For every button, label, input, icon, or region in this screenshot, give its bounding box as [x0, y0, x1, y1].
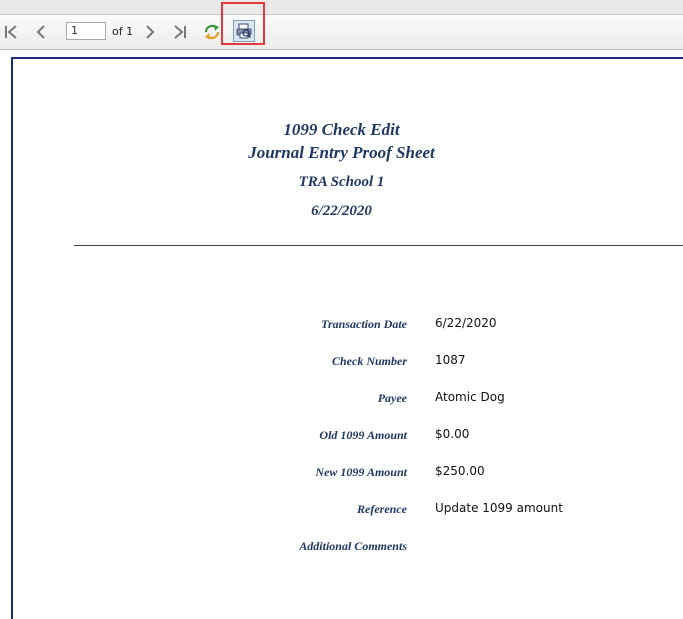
field-label-check-number: Check Number	[332, 354, 407, 368]
window-top-strip	[0, 0, 683, 15]
field-label-additional-comments: Additional Comments	[299, 539, 407, 553]
field-value-old-1099-amount: $0.00	[435, 427, 470, 441]
report-page	[11, 57, 683, 619]
print-button[interactable]	[233, 20, 255, 42]
field-label-payee: Payee	[377, 391, 407, 405]
field-value-payee: Atomic Dog	[435, 390, 505, 404]
field-label-old-1099-amount: Old 1099 Amount	[319, 428, 407, 442]
field-label-reference: Reference	[357, 502, 407, 516]
last-page-icon	[174, 25, 186, 39]
report-school: TRA School 1	[298, 174, 385, 190]
print-icon	[236, 23, 252, 39]
field-label-new-1099-amount: New 1099 Amount	[315, 465, 407, 479]
report-title: 1099 Check Edit	[283, 120, 400, 139]
report-subtitle: Journal Entry Proof Sheet	[248, 143, 435, 162]
first-page-icon	[5, 25, 17, 39]
refresh-button[interactable]	[202, 21, 222, 43]
last-page-button[interactable]	[169, 21, 189, 43]
header-divider	[74, 245, 683, 246]
field-value-transaction-date: 6/22/2020	[435, 316, 497, 330]
field-label-transaction-date: Transaction Date	[321, 317, 407, 331]
page-count-label: of 1	[112, 25, 134, 38]
next-page-icon	[146, 25, 155, 39]
previous-page-icon	[36, 25, 45, 39]
first-page-button[interactable]	[2, 21, 22, 43]
next-page-button[interactable]	[140, 21, 160, 43]
refresh-icon	[204, 24, 220, 40]
report-viewer-toolbar: 1 of 1	[0, 15, 683, 50]
field-value-new-1099-amount: $250.00	[435, 464, 485, 478]
field-value-reference: Update 1099 amount	[435, 501, 563, 515]
previous-page-button[interactable]	[31, 21, 51, 43]
page-number-input[interactable]: 1	[66, 22, 106, 40]
field-value-check-number: 1087	[435, 353, 466, 367]
report-date: 6/22/2020	[311, 203, 372, 219]
